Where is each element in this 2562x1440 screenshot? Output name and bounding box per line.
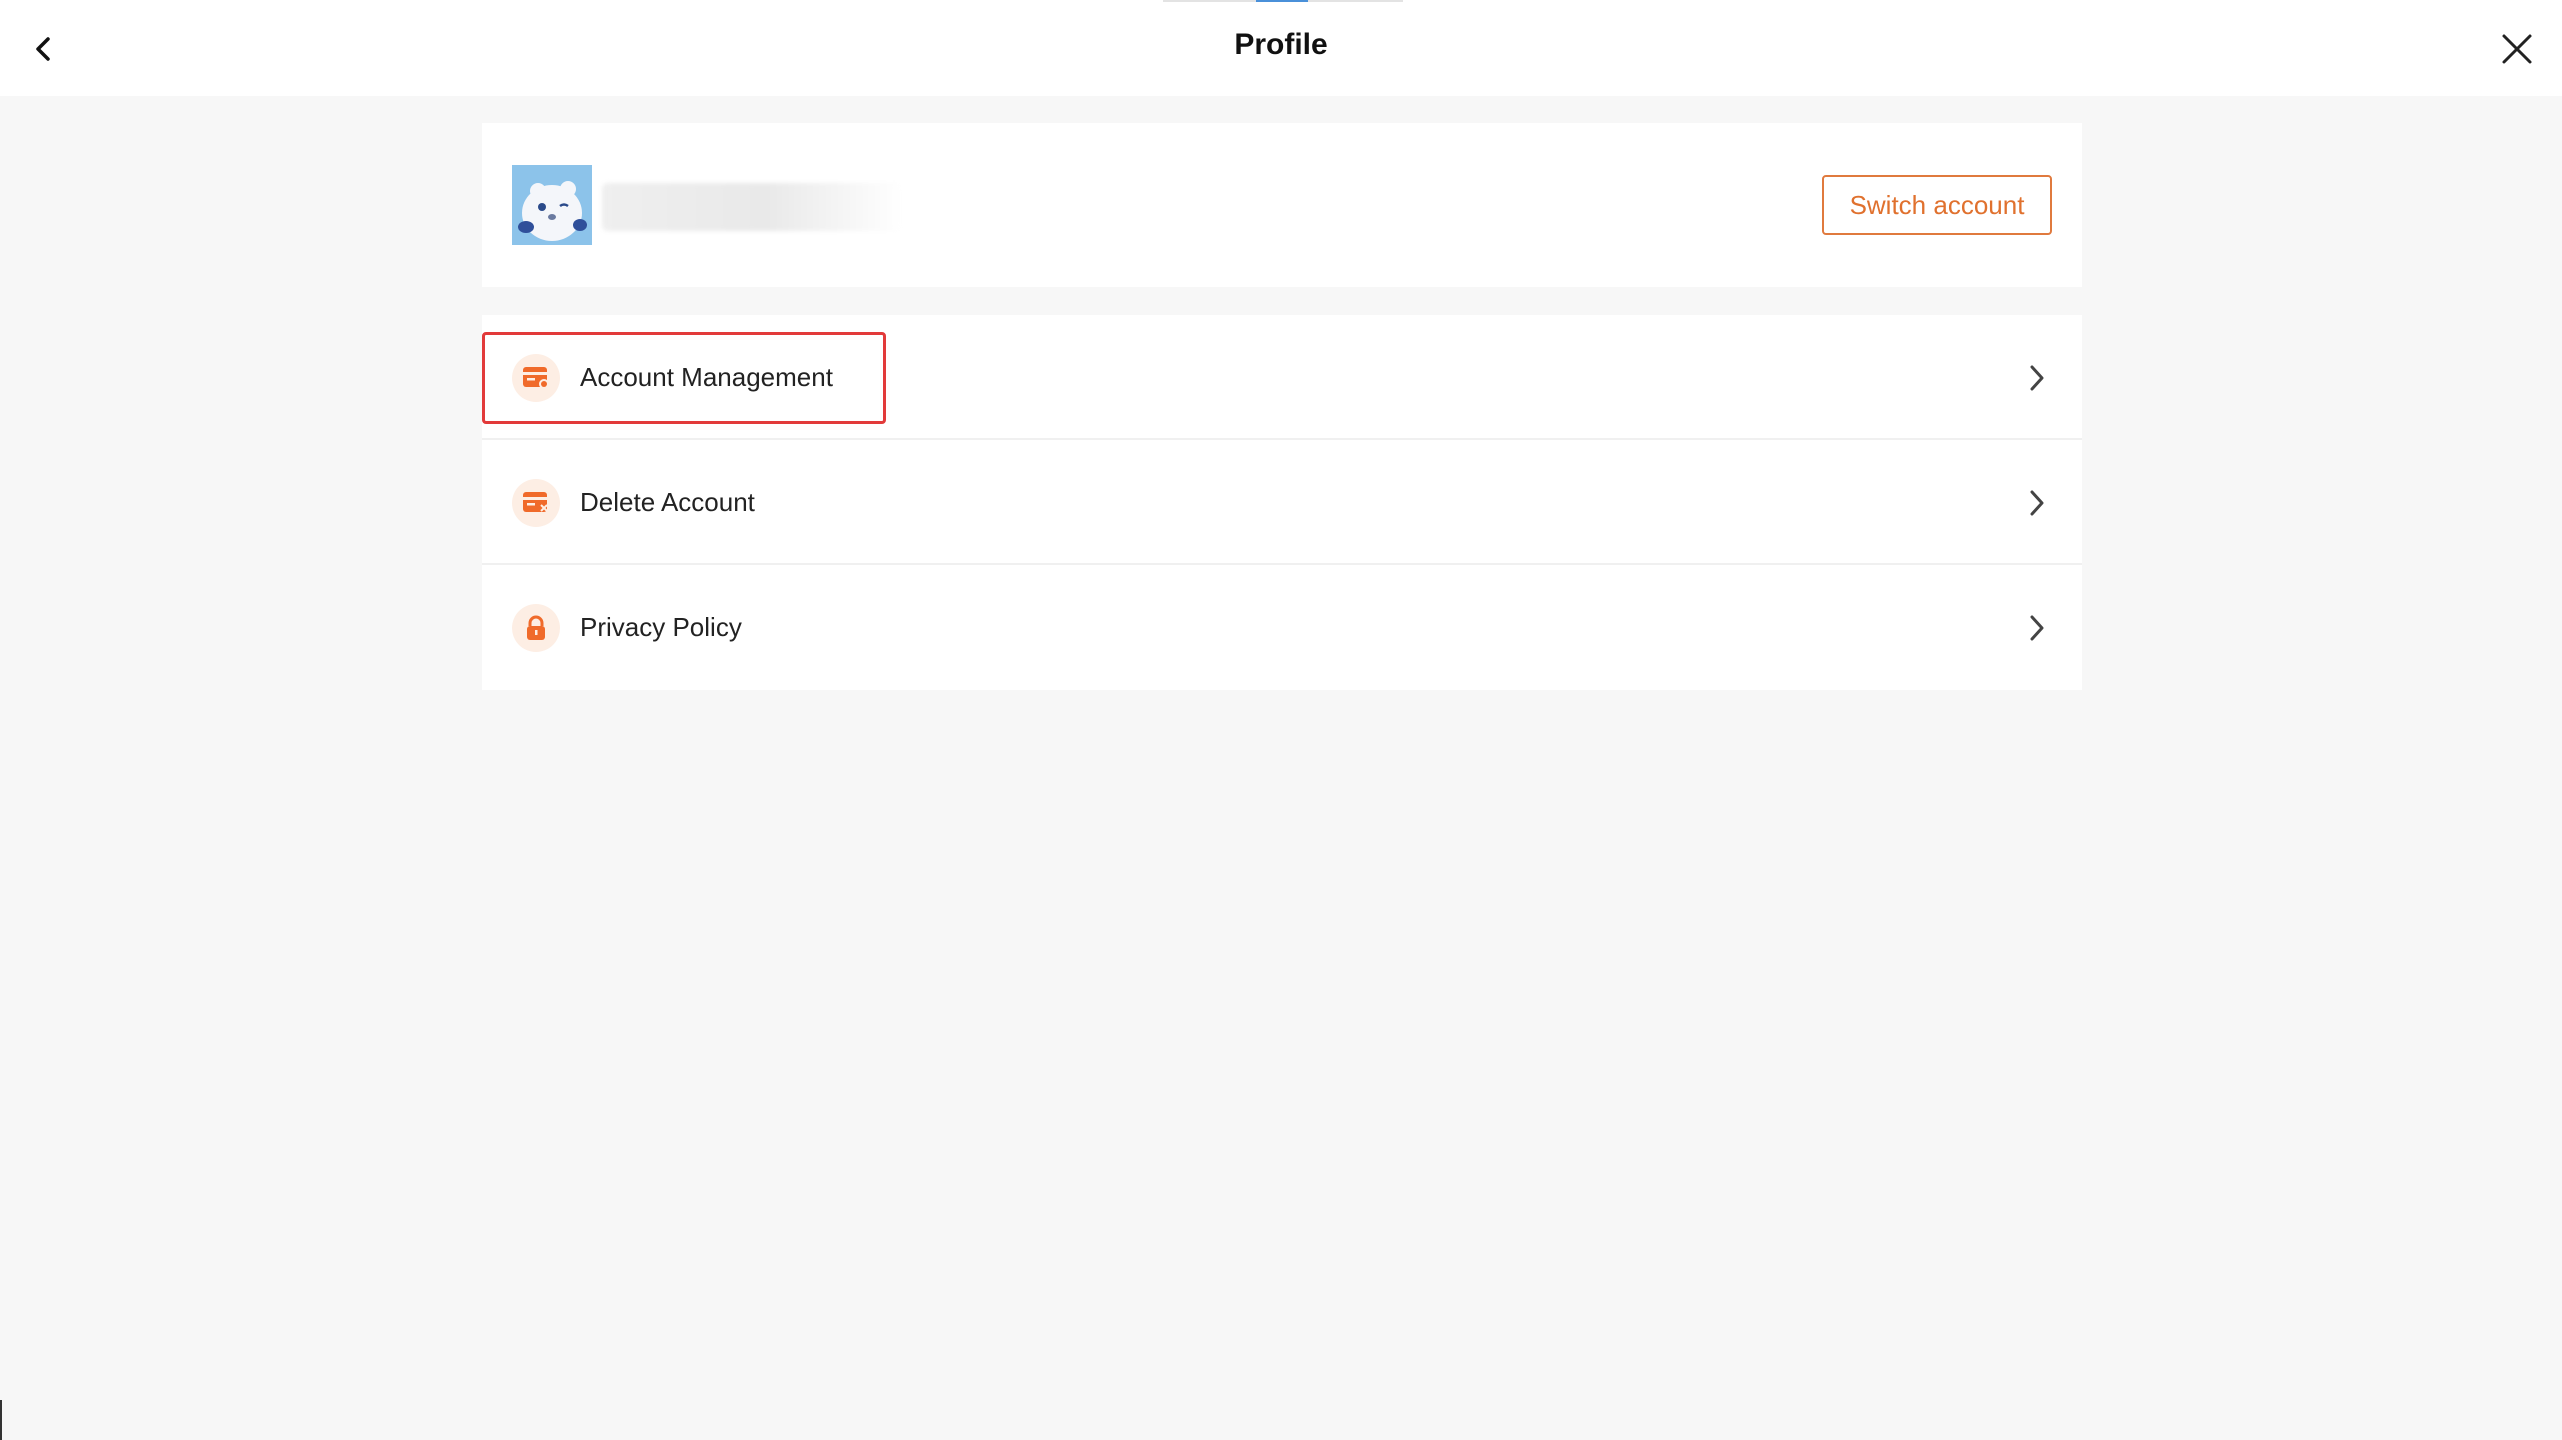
menu-item-delete-account[interactable]: Delete Account bbox=[482, 440, 2082, 565]
menu-item-privacy-policy[interactable]: Privacy Policy bbox=[482, 565, 2082, 690]
menu-list: Account Management Delete Account Privac… bbox=[482, 315, 2082, 690]
menu-item-label: Delete Account bbox=[580, 487, 755, 517]
menu-item-label: Privacy Policy bbox=[580, 612, 742, 642]
avatar[interactable] bbox=[512, 165, 592, 245]
username-redacted bbox=[602, 183, 902, 231]
avatar-image bbox=[512, 165, 592, 245]
menu-item-label: Account Management bbox=[580, 362, 833, 392]
close-button[interactable] bbox=[2494, 26, 2540, 72]
top-bar: Profile bbox=[0, 0, 2562, 96]
chevron-right-icon bbox=[2022, 613, 2052, 643]
card-delete-icon bbox=[512, 478, 560, 527]
card-settings-icon bbox=[512, 353, 560, 402]
window-drag-indicator bbox=[1163, 0, 1403, 2]
indicator-active-segment bbox=[1256, 0, 1308, 2]
chevron-right-icon bbox=[2022, 363, 2052, 393]
switch-account-button[interactable]: Switch account bbox=[1822, 175, 2052, 235]
lock-icon bbox=[512, 603, 560, 652]
page-title: Profile bbox=[1234, 28, 1328, 61]
menu-item-account-management[interactable]: Account Management bbox=[482, 315, 2082, 440]
close-icon bbox=[2502, 34, 2532, 64]
chevron-right-icon bbox=[2022, 488, 2052, 518]
cursor-mark bbox=[0, 1400, 2, 1440]
profile-card: Switch account bbox=[482, 123, 2082, 287]
